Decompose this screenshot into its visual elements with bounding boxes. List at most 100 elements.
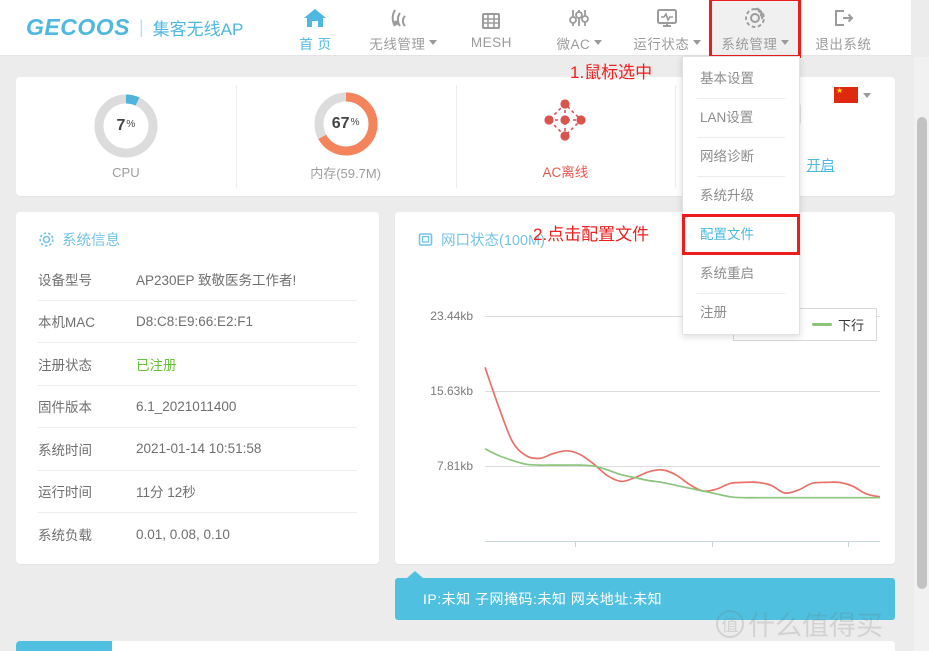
- traffic-chart: 上行 下行 23.44kb 15.63kb 7.81kb: [395, 256, 895, 547]
- row-key: 系统负载: [38, 528, 92, 544]
- scrollbar-thumb[interactable]: [917, 117, 927, 589]
- ip-status-bar: IP:未知 子网掩码:未知 网关地址:未知: [395, 571, 895, 620]
- ip-status-text: IP:未知 子网掩码:未知 网关地址:未知: [423, 591, 663, 607]
- sliders-icon: [566, 5, 592, 32]
- memory-label: 内存(59.7M): [310, 166, 382, 181]
- chevron-down-icon: [693, 40, 702, 45]
- nav-item-microac-label: 微AC: [556, 36, 591, 52]
- row-value: 6.1_2021011400: [136, 398, 237, 414]
- y-axis-tick: 7.81kb: [436, 459, 473, 473]
- nav-item-microac[interactable]: 微AC: [535, 0, 623, 56]
- row-value: 11分 12秒: [136, 485, 196, 501]
- row-value: 0.01, 0.08, 0.10: [136, 526, 230, 542]
- table-row: 系统时间 2021-01-14 10:51:58: [38, 428, 357, 471]
- app-root: GECOOS | 集客无线AP 首 页 无线管理 MESH 微AC 运行状态 系…: [0, 0, 929, 651]
- table-row: 本机MAC D8:C8:E9:66:E2:F1: [38, 301, 357, 343]
- ssid-list-row[interactable]: 2.4G GECOOSAP-E2F1 1 27DB D8:C8:E9:66:E2…: [16, 641, 895, 651]
- cpu-gauge: 7%: [93, 93, 159, 159]
- port-square-icon: [417, 231, 434, 248]
- grid-line: [485, 391, 880, 392]
- language-selector[interactable]: [834, 85, 871, 103]
- row-key: 注册状态: [38, 357, 92, 373]
- nav-label: MESH: [471, 35, 512, 50]
- system-info-panel: 系统信息 设备型号 AP230EP 致敬医务工作者! 本机MAC D8:C8:E9:…: [16, 212, 379, 564]
- net-status-title: 网口状态(100M): [441, 233, 545, 249]
- nav-item-system-management[interactable]: 系统管理: [709, 0, 802, 58]
- cpu-unit: %: [126, 118, 136, 130]
- chart-plot-area: [484, 367, 881, 499]
- row-value: AP230EP 致敬医务工作者!: [136, 272, 297, 288]
- cn-flag-icon: [834, 85, 858, 103]
- nav-item-mesh-label: MESH: [470, 35, 512, 50]
- network-nodes-icon: [537, 92, 593, 153]
- row-value: D8:C8:E9:66:E2:F1: [136, 313, 254, 329]
- annotation-step-1: 1.鼠标选中: [570, 63, 653, 82]
- nav-item-runstatus-label: 运行状态: [633, 36, 690, 52]
- chevron-down-icon: [594, 40, 603, 45]
- row-key: 系统时间: [38, 442, 92, 458]
- chevron-down-icon: [429, 40, 438, 45]
- scrollbar-track[interactable]: [914, 57, 929, 651]
- dropdown-item-system-upgrade[interactable]: 系统升级: [683, 176, 799, 215]
- row-key: 固件版本: [38, 400, 92, 416]
- memory-unit: %: [350, 116, 360, 128]
- gear-icon: [742, 5, 768, 32]
- dropdown-item-basic-settings[interactable]: 基本设置: [683, 59, 799, 98]
- row-key: 运行时间: [38, 485, 92, 501]
- memory-gauge: 67%: [313, 91, 379, 157]
- brand: GECOOS | 集客无线AP: [0, 14, 243, 41]
- x-axis-mark: [848, 541, 849, 547]
- logout-icon: [830, 5, 856, 32]
- table-row: 设备型号 AP230EP 致敬医务工作者!: [38, 258, 357, 301]
- band-badge-24g: 2.4G: [16, 641, 112, 651]
- nav-item-wireless[interactable]: 无线管理: [359, 0, 447, 56]
- brand-logo: GECOOS: [26, 14, 130, 40]
- nav-item-logout-label: 退出系统: [815, 36, 872, 52]
- wifi-signal-icon: [390, 5, 416, 32]
- cloud-enable-link[interactable]: 开启: [807, 155, 835, 175]
- table-row: 运行时间 11分 12秒: [38, 471, 357, 513]
- brand-subtitle: 集客无线AP: [152, 20, 244, 39]
- chevron-down-icon: [781, 40, 790, 45]
- dropdown-item-config-file[interactable]: 配置文件: [682, 214, 800, 255]
- nav-item-mesh[interactable]: MESH: [447, 0, 535, 56]
- cpu-card: 7% CPU: [16, 77, 236, 196]
- dropdown-item-lan-settings[interactable]: LAN设置: [683, 98, 799, 137]
- main-nav: 首 页 无线管理 MESH 微AC 运行状态 系统管理 退出系统: [271, 0, 887, 58]
- x-axis-mark: [575, 541, 576, 547]
- cpu-label: CPU: [112, 165, 140, 180]
- monitor-pulse-icon: [654, 5, 680, 32]
- nav-item-runstatus[interactable]: 运行状态: [623, 0, 711, 56]
- nav-item-home[interactable]: 首 页: [271, 0, 359, 56]
- table-row: 注册状态 已注册: [38, 343, 357, 386]
- annotation-step-2: 2.点击配置文件: [533, 225, 650, 244]
- nav-label: 退出系统: [815, 33, 871, 53]
- nav-item-logout[interactable]: 退出系统: [799, 0, 887, 56]
- net-status-panel: 网口状态(100M) 上行 下行 23.44kb 15.63kb 7.81kb: [395, 212, 895, 564]
- x-axis-mark: [712, 541, 713, 547]
- dropdown-item-network-diagnosis[interactable]: 网络诊断: [683, 137, 799, 176]
- memory-card: 67% 内存(59.7M): [235, 77, 456, 196]
- legend-item-download[interactable]: 下行: [811, 315, 864, 334]
- nav-label: 微AC: [556, 33, 603, 53]
- row-key: 本机MAC: [38, 315, 95, 331]
- x-axis-line: [485, 541, 880, 542]
- gear-icon: [38, 231, 55, 248]
- ac-status: AC离线: [537, 92, 593, 181]
- nav-label: 首 页: [299, 33, 331, 53]
- row-value: 2021-01-14 10:51:58: [136, 441, 262, 457]
- home-icon: [302, 5, 328, 32]
- dropdown-item-system-reboot[interactable]: 系统重启: [683, 254, 799, 293]
- y-axis-tick: 15.63kb: [430, 384, 473, 398]
- table-row: 系统负载 0.01, 0.08, 0.10: [38, 513, 357, 556]
- nav-item-system-management-label: 系统管理: [721, 36, 778, 52]
- ac-status-label: AC离线: [542, 165, 589, 180]
- chevron-down-icon: [863, 92, 871, 98]
- nav-label: 系统管理: [721, 33, 790, 53]
- cpu-value: 7%: [93, 93, 159, 159]
- nav-item-home-label: 首 页: [299, 36, 332, 52]
- dropdown-item-register[interactable]: 注册: [683, 293, 799, 332]
- memory-value: 67%: [313, 91, 379, 157]
- system-info-title: 系统信息: [62, 233, 120, 249]
- nav-label: 无线管理: [369, 33, 438, 53]
